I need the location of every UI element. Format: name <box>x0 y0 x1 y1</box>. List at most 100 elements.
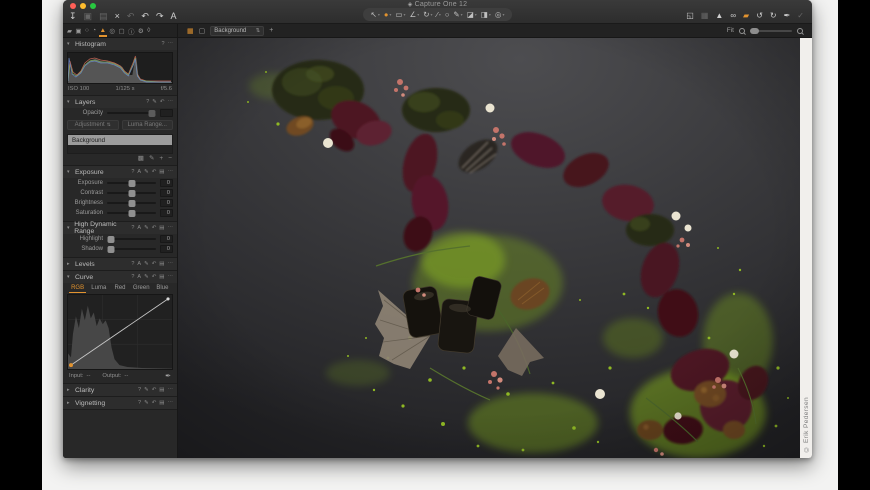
help-icon[interactable]: ? <box>131 274 134 280</box>
opacity-slider-thumb[interactable] <box>149 110 156 117</box>
more-icon[interactable]: ⋯ <box>168 99 174 105</box>
crop-tool-icon[interactable]: ▭▾ <box>395 10 405 19</box>
presets-icon[interactable]: A <box>137 261 141 267</box>
proof-profile-icon[interactable]: ▦ <box>701 10 709 21</box>
reset-icon[interactable]: ↶ <box>152 169 157 175</box>
more-icon[interactable]: ⋯ <box>168 225 174 231</box>
tab-lens-icon[interactable]: ○ <box>85 24 89 37</box>
presets-icon[interactable]: A <box>137 225 141 231</box>
more-icon[interactable]: ⋯ <box>168 169 174 175</box>
tab-details-icon[interactable]: ◎ <box>109 24 115 37</box>
help-icon[interactable]: ? <box>146 99 149 105</box>
copy-apply-icon[interactable]: ▤ <box>159 274 164 280</box>
presets-icon[interactable]: A <box>137 274 141 280</box>
brush-icon[interactable]: ✎ <box>152 99 157 105</box>
copy-apply-icon[interactable]: ▤ <box>159 225 164 231</box>
add-layer-icon[interactable]: + <box>269 27 273 34</box>
slider-thumb[interactable] <box>128 200 135 207</box>
adjustment-dropdown[interactable]: Adjustment ⇅ <box>67 120 119 130</box>
tab-output-icon[interactable]: ⚙ <box>138 24 144 37</box>
opacity-value[interactable] <box>160 109 173 117</box>
single-view-icon[interactable]: ▢ <box>199 27 206 35</box>
fit-label[interactable]: Fit <box>727 27 734 34</box>
tab-color-icon[interactable]: ◔ <box>92 24 96 37</box>
more-icon[interactable]: ⋯ <box>168 400 174 406</box>
help-icon[interactable]: ? <box>138 400 141 406</box>
browser-toggle-icon[interactable]: ▰ <box>743 10 749 21</box>
rotate-left-icon[interactable]: ↺ <box>756 10 763 21</box>
viewer-toggle-icon[interactable]: ◱ <box>686 10 694 21</box>
clarity-header[interactable]: ▸ Clarity ? ✎ ↶ ▤ ⋯ <box>63 384 177 396</box>
slider-thumb[interactable] <box>108 246 115 253</box>
brush-icon[interactable]: ✎ <box>144 225 149 231</box>
highlight-value[interactable]: 0 <box>160 235 173 243</box>
levels-header[interactable]: ▸ Levels ? A ✎ ↶ ▤ ⋯ <box>63 258 177 270</box>
zoom-out-icon[interactable] <box>739 28 745 34</box>
shadow-slider[interactable] <box>107 248 156 250</box>
more-icon[interactable]: ⋯ <box>168 41 174 47</box>
tab-metadata-icon[interactable]: ⓘ <box>128 24 135 37</box>
copy-adjustments-icon[interactable]: ▤ <box>99 11 108 22</box>
reset-icon[interactable]: ↶ <box>152 274 157 280</box>
reset-icon[interactable]: ↶ <box>152 225 157 231</box>
curve-tab-blue[interactable]: Blue <box>152 285 173 293</box>
curve-tab-rgb[interactable]: RGB <box>67 285 88 293</box>
layer-item-background[interactable]: Background <box>68 135 172 145</box>
curve-tab-green[interactable]: Green <box>131 285 152 293</box>
draw-mask-icon[interactable]: ✎ <box>149 156 154 162</box>
brush-icon[interactable]: ✎ <box>144 274 149 280</box>
help-icon[interactable]: ? <box>138 387 141 393</box>
loupe-icon[interactable] <box>797 28 803 34</box>
rotate-right-icon[interactable]: ↻ <box>770 10 777 21</box>
zoom-slider[interactable] <box>750 30 792 32</box>
capture-icon[interactable]: ▣ <box>84 11 93 22</box>
slider-thumb[interactable] <box>128 180 135 187</box>
add-layer-icon[interactable]: + <box>159 156 163 162</box>
curve-header[interactable]: ▾ Curve ? A ✎ ↶ ▤ ⋯ <box>63 271 177 283</box>
curve-tab-luma[interactable]: Luma <box>88 285 109 293</box>
presets-icon[interactable]: A <box>137 169 141 175</box>
saturation-slider[interactable] <box>107 212 156 214</box>
contrast-slider[interactable] <box>107 192 156 194</box>
import-icon[interactable]: ↧ <box>69 11 77 22</box>
vignetting-header[interactable]: ▸ Vignetting ? ✎ ↶ ▤ ⋯ <box>63 397 177 409</box>
brightness-value[interactable]: 0 <box>160 199 173 207</box>
more-icon[interactable]: ⋯ <box>168 387 174 393</box>
brush-icon[interactable]: ✎ <box>144 387 149 393</box>
shadow-value[interactable]: 0 <box>160 245 173 253</box>
brush-icon[interactable]: ✎ <box>144 400 149 406</box>
contrast-value[interactable]: 0 <box>160 189 173 197</box>
select-tool-icon[interactable]: ↖▾ <box>371 10 380 19</box>
reset-icon[interactable]: ↶ <box>152 261 157 267</box>
tab-capture-icon[interactable]: ▣ <box>75 24 81 37</box>
layer-selector[interactable]: Background ⇅ <box>210 26 264 36</box>
more-icon[interactable]: ⋯ <box>168 261 174 267</box>
help-icon[interactable]: ? <box>161 41 164 47</box>
undo-icon[interactable]: ↶ <box>141 11 149 22</box>
help-icon[interactable]: ? <box>131 169 134 175</box>
help-icon[interactable]: ? <box>131 225 134 231</box>
annotations-icon[interactable]: A <box>170 11 176 22</box>
exposure-warning-icon[interactable]: ▲ <box>715 10 723 21</box>
zoom-slider-thumb[interactable] <box>750 28 759 34</box>
redo-icon[interactable]: ↷ <box>156 11 164 22</box>
linear-gradient-mask-tool-icon[interactable]: ◨▾ <box>481 10 491 19</box>
draw-mask-tool-icon[interactable]: ✎▾ <box>453 10 462 19</box>
reset-icon[interactable]: ↶ <box>152 400 157 406</box>
luma-range-button[interactable]: Luma Range... <box>122 120 174 130</box>
slider-thumb[interactable] <box>108 236 115 243</box>
exposure-header[interactable]: ▾ Exposure ? A ✎ ↶ ▤ ⋯ <box>63 166 177 178</box>
histogram-header[interactable]: ▾ Histogram ? ⋯ <box>63 38 177 50</box>
apply-check-icon[interactable]: ✓ <box>797 10 804 21</box>
delete-icon[interactable]: × <box>115 11 120 22</box>
brush-icon[interactable]: ✎ <box>144 261 149 267</box>
spot-removal-tool-icon[interactable]: ○ <box>445 10 450 19</box>
copy-apply-icon[interactable]: ▤ <box>159 400 164 406</box>
saturation-value[interactable]: 0 <box>160 209 173 217</box>
tab-batch-icon[interactable]: ◊ <box>147 24 150 37</box>
focus-mask-icon[interactable]: ∞ <box>730 10 736 21</box>
radial-gradient-mask-tool-icon[interactable]: ◎▾ <box>495 10 505 19</box>
copy-apply-icon[interactable]: ▤ <box>159 387 164 393</box>
cursor-pen-icon[interactable]: ✒ <box>784 10 791 21</box>
curve-graph[interactable] <box>67 294 173 370</box>
